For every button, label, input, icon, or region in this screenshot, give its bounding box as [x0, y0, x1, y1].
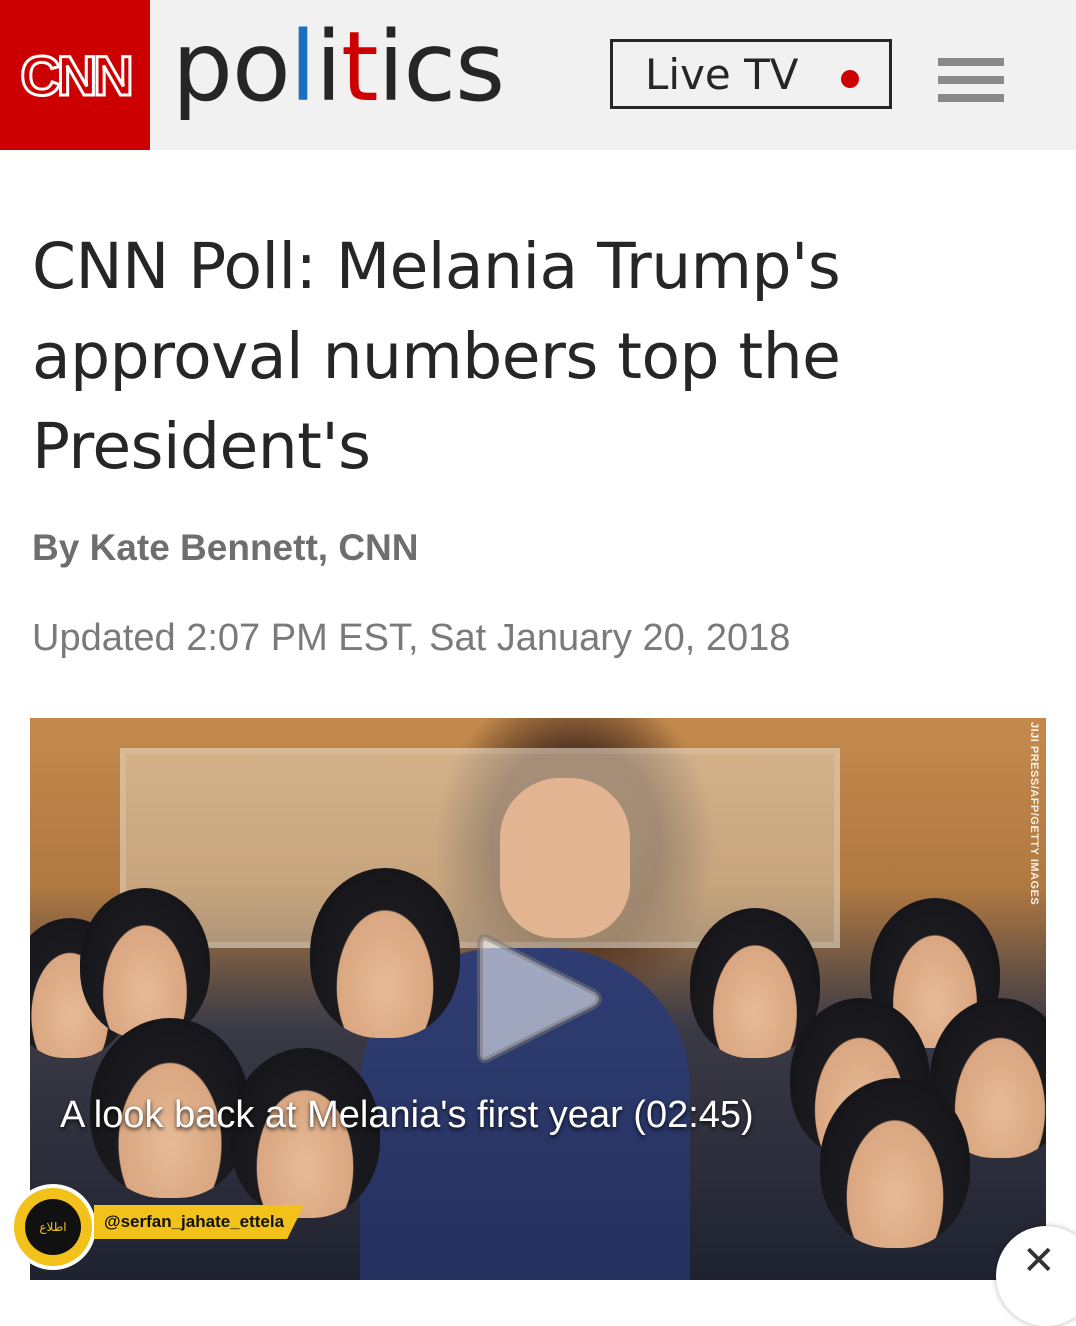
- section-title[interactable]: politics: [172, 11, 505, 132]
- watermark-logo: اطلاع: [10, 1184, 96, 1270]
- live-tv-label: Live TV: [645, 49, 799, 99]
- live-tv-button[interactable]: Live TV: [610, 39, 892, 109]
- thumbnail-person: [820, 1078, 970, 1248]
- thumbnail-person: [310, 868, 460, 1038]
- photo-credit: JIJI PRESS/AFP/GETTY IMAGES: [1028, 722, 1040, 906]
- section-title-part: l: [289, 11, 317, 123]
- play-icon[interactable]: [470, 924, 606, 1074]
- thumbnail-person: [80, 888, 210, 1038]
- live-indicator-icon: [841, 70, 859, 88]
- video-player[interactable]: JIJI PRESS/AFP/GETTY IMAGES A look back …: [30, 718, 1046, 1280]
- video-caption: A look back at Melania's first year (02:…: [60, 1094, 754, 1136]
- section-title-part: i: [315, 11, 342, 123]
- article-byline[interactable]: By Kate Bennett, CNN: [32, 527, 419, 569]
- section-title-part: po: [172, 11, 291, 123]
- watermark-handle-text: @serfan_jahate_ettela: [104, 1212, 285, 1231]
- watermark-logo-text: اطلاع: [25, 1199, 81, 1255]
- site-header: CNN politics Live TV: [0, 0, 1076, 150]
- article-timestamp: Updated 2:07 PM EST, Sat January 20, 201…: [32, 617, 791, 659]
- watermark-handle: @serfan_jahate_ettela: [94, 1205, 304, 1239]
- video-thumbnail-face: [500, 778, 630, 938]
- section-title-part: t: [341, 11, 379, 123]
- cnn-logo[interactable]: CNN: [0, 0, 150, 150]
- close-icon: ✕: [1022, 1238, 1056, 1284]
- article-headline: CNN Poll: Melania Trump's approval numbe…: [32, 230, 841, 483]
- hamburger-menu-icon[interactable]: [938, 58, 1004, 102]
- cnn-logo-text: CNN: [19, 42, 135, 108]
- section-title-part: ics: [377, 11, 505, 123]
